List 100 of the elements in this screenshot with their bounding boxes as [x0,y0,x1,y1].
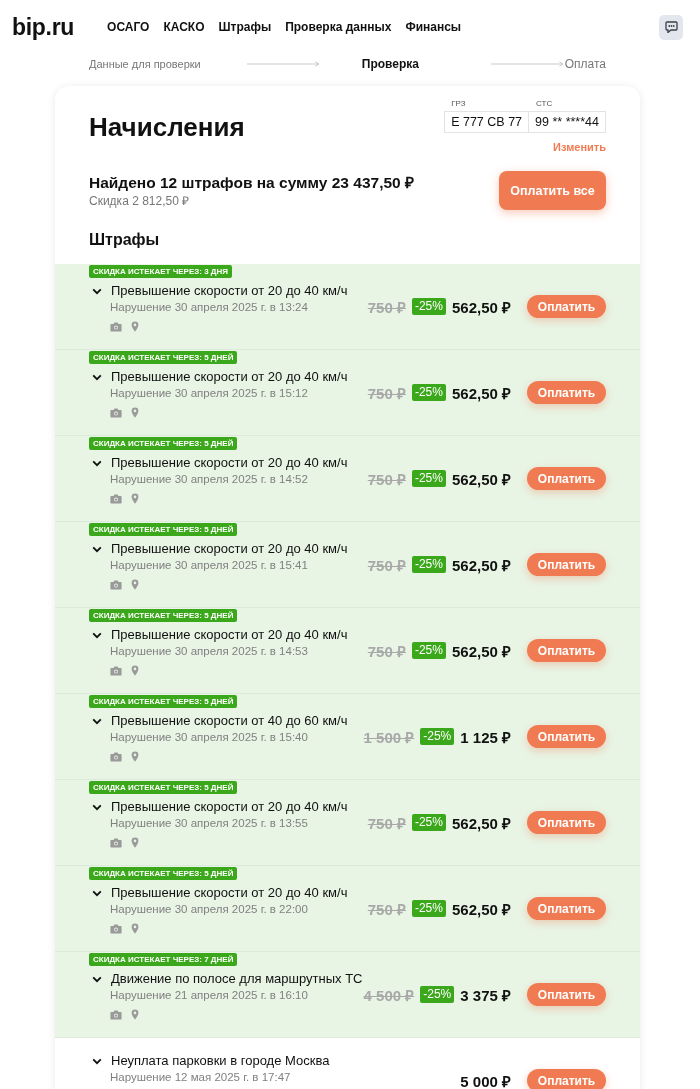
fine-price: 562,50 ₽ [451,555,511,575]
discount-expiry-badge: СКИДКА ИСТЕКАЕТ ЧЕРЕЗ: 7 ДНЕЙ [89,953,238,966]
step-label: Проверка [361,57,419,71]
discount-expiry-badge: СКИДКА ИСТЕКАЕТ ЧЕРЕЗ: 5 ДНЕЙ [89,867,238,880]
summary-text: Найдено 12 штрафов на сумму 23 437,50 ₽ [89,172,414,193]
map-pin-icon[interactable] [131,579,139,590]
discount-percent-badge: -25% [420,986,455,1003]
document-number-field: Е 777 СВ 77 [444,111,530,133]
document-number-field: 99 ** ****44 [529,111,606,133]
fine-price: 562,50 ₽ [451,899,511,919]
fine-price: 562,50 ₽ [451,641,511,661]
fine-price: 562,50 ₽ [451,383,511,403]
chevron-down-icon[interactable] [92,1057,102,1065]
camera-icon[interactable] [110,1009,122,1020]
camera-icon[interactable] [110,751,122,762]
violation-date: Нарушение 30 апреля 2025 г. в 22:00 [110,902,308,917]
pay-button[interactable]: Оплатить [527,811,606,834]
pay-button[interactable]: Оплатить [527,381,606,404]
old-price: 750 ₽ [367,899,406,919]
fine-title: Превышение скорости от 20 до 40 км/ч [111,282,348,300]
pay-button[interactable]: Оплатить [527,725,606,748]
pay-button[interactable]: Оплатить [527,467,606,490]
discount-expiry-badge: СКИДКА ИСТЕКАЕТ ЧЕРЕЗ: 5 ДНЕЙ [89,781,238,794]
fine-title: Превышение скорости от 20 до 40 км/ч [111,626,348,644]
fine-title: Превышение скорости от 20 до 40 км/ч [111,884,348,902]
map-pin-icon[interactable] [131,665,139,676]
camera-icon[interactable] [110,493,122,504]
discount-percent-badge: -25% [411,900,446,917]
chevron-down-icon[interactable] [92,631,102,639]
violation-date: Нарушение 12 мая 2025 г. в 17:47 [110,1070,291,1085]
old-price: 750 ₽ [367,297,406,317]
chevron-down-icon[interactable] [92,287,102,295]
document-label: ГРЗ [451,99,467,109]
discount-percent-badge: -25% [420,728,455,745]
old-price: 750 ₽ [367,555,406,575]
camera-icon[interactable] [110,407,122,418]
violation-date: Нарушение 30 апреля 2025 г. в 13:55 [110,816,308,831]
nav-link[interactable]: Финансы [405,20,462,34]
nav-link[interactable]: КАСКО [163,20,205,34]
violation-date: Нарушение 21 апреля 2025 г. в 16:10 [110,988,308,1003]
logo[interactable]: bip.ru [12,13,75,41]
violation-date: Нарушение 30 апреля 2025 г. в 14:52 [110,472,308,487]
fine-price: 3 375 ₽ [460,985,511,1005]
fine-title: Превышение скорости от 20 до 40 км/ч [111,454,348,472]
fine-title: Превышение скорости от 20 до 40 км/ч [111,540,348,558]
map-pin-icon[interactable] [131,321,139,332]
violation-date: Нарушение 30 апреля 2025 г. в 15:41 [110,558,308,573]
nav-link[interactable]: Штрафы [218,20,272,34]
discount-percent-badge: -25% [411,642,446,659]
arrow-icon [490,61,564,67]
chevron-down-icon[interactable] [92,803,102,811]
pay-button[interactable]: Оплатить [527,639,606,662]
chevron-down-icon[interactable] [92,373,102,381]
map-pin-icon[interactable] [131,407,139,418]
map-pin-icon[interactable] [131,493,139,504]
map-pin-icon[interactable] [131,837,139,848]
old-price: 4 500 ₽ [363,985,415,1005]
discount-expiry-badge: СКИДКА ИСТЕКАЕТ ЧЕРЕЗ: 5 ДНЕЙ [89,609,238,622]
fine-price: 562,50 ₽ [451,813,511,833]
pay-all-button[interactable]: Оплатить все [499,171,606,210]
discount-percent-badge: -25% [411,556,446,573]
pay-button[interactable]: Оплатить [527,1069,606,1089]
pay-button[interactable]: Оплатить [527,553,606,576]
chat-button[interactable] [659,14,683,40]
chevron-down-icon[interactable] [92,717,102,725]
camera-icon[interactable] [110,837,122,848]
document-label: СТС [536,99,554,109]
discount-expiry-badge: СКИДКА ИСТЕКАЕТ ЧЕРЕЗ: 3 ДНЯ [89,265,233,278]
old-price: 750 ₽ [367,813,406,833]
discount-text: Скидка 2 812,50 ₽ [89,192,191,209]
discount-percent-badge: -25% [411,298,446,315]
discount-expiry-badge: СКИДКА ИСТЕКАЕТ ЧЕРЕЗ: 5 ДНЕЙ [89,695,238,708]
pay-button[interactable]: Оплатить [527,897,606,920]
change-link[interactable]: Изменить [553,140,606,154]
fine-title: Превышение скорости от 40 до 60 км/ч [111,712,348,730]
discount-percent-badge: -25% [411,470,446,487]
nav-link[interactable]: ОСАГО [107,20,150,34]
camera-icon[interactable] [110,579,122,590]
fine-price: 5 000 ₽ [460,1071,511,1089]
fine-title: Превышение скорости от 20 до 40 км/ч [111,798,348,816]
camera-icon[interactable] [110,923,122,934]
pay-button[interactable]: Оплатить [527,983,606,1006]
map-pin-icon[interactable] [131,1009,139,1020]
old-price: 1 500 ₽ [363,727,415,747]
chevron-down-icon[interactable] [92,889,102,897]
map-pin-icon[interactable] [131,923,139,934]
discount-expiry-badge: СКИДКА ИСТЕКАЕТ ЧЕРЕЗ: 5 ДНЕЙ [89,437,238,450]
nav-link[interactable]: Проверка данных [285,20,392,34]
chevron-down-icon[interactable] [92,459,102,467]
chat-icon [664,21,678,33]
chevron-down-icon[interactable] [92,975,102,983]
violation-date: Нарушение 30 апреля 2025 г. в 15:12 [110,386,308,401]
fine-price: 562,50 ₽ [451,297,511,317]
violation-date: Нарушение 30 апреля 2025 г. в 13:24 [110,300,308,315]
discount-percent-badge: -25% [411,384,446,401]
camera-icon[interactable] [110,321,122,332]
pay-button[interactable]: Оплатить [527,295,606,318]
camera-icon[interactable] [110,665,122,676]
map-pin-icon[interactable] [131,751,139,762]
chevron-down-icon[interactable] [92,545,102,553]
